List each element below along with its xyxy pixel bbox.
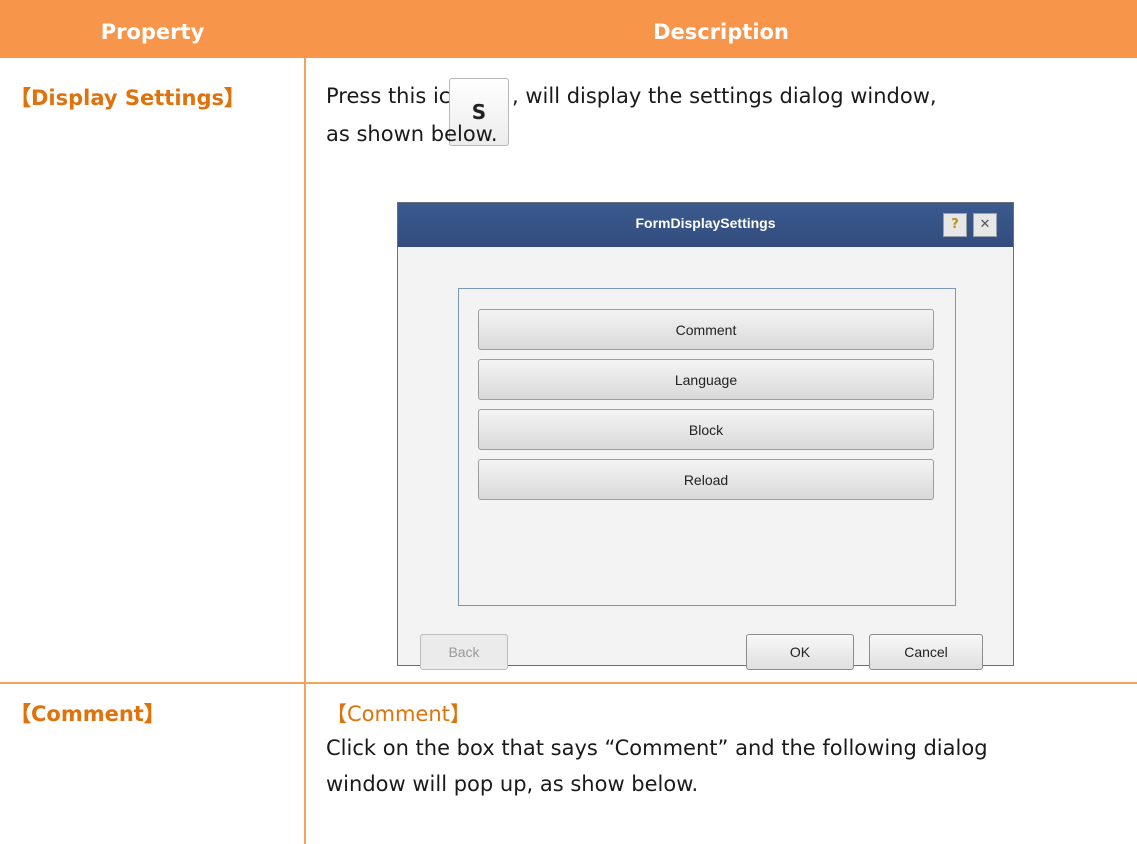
- help-icon[interactable]: ?: [943, 213, 967, 237]
- header-description: Description: [305, 6, 1137, 58]
- desc-text-as-shown: as shown below.: [326, 122, 498, 146]
- property-table: Property Description 【Display Settings】 …: [0, 6, 1137, 844]
- property-label-comment: 【Comment】: [10, 702, 165, 726]
- s-letter-icon: S: [471, 100, 487, 124]
- desc-heading-comment: 【Comment】: [326, 702, 471, 726]
- desc-text-will-display: , will display the settings dialog windo…: [512, 84, 937, 108]
- comment-button[interactable]: Comment: [478, 309, 934, 350]
- block-button[interactable]: Block: [478, 409, 934, 450]
- desc-text-click-comment: Click on the box that says “Comment” and…: [326, 736, 988, 760]
- table-row: 【Comment】 【Comment】 Click on the box tha…: [0, 683, 1137, 844]
- description-cell: 【Comment】 Click on the box that says “Co…: [305, 683, 1137, 844]
- form-display-settings-dialog: FormDisplaySettings ? ✕ Comment Language…: [397, 202, 1014, 670]
- dialog-title: FormDisplaySettings: [635, 215, 776, 231]
- ok-button[interactable]: OK: [746, 634, 854, 670]
- header-property: Property: [0, 6, 305, 58]
- desc-text-pop-up: window will pop up, as show below.: [326, 772, 699, 796]
- dialog-titlebar: FormDisplaySettings ? ✕: [398, 203, 1013, 247]
- table-header-row: Property Description: [0, 6, 1137, 58]
- settings-panel: Comment Language Block Reload: [458, 288, 956, 606]
- back-button[interactable]: Back: [420, 634, 508, 670]
- description-cell: Press this icon S , will display the set…: [305, 58, 1137, 684]
- property-label-display-settings: 【Display Settings】: [10, 86, 246, 110]
- language-button[interactable]: Language: [478, 359, 934, 400]
- table-row: 【Display Settings】 Press this icon S , w…: [0, 58, 1137, 684]
- property-cell: 【Comment】: [0, 683, 306, 844]
- cancel-button[interactable]: Cancel: [869, 634, 983, 670]
- reload-button[interactable]: Reload: [478, 459, 934, 500]
- close-icon[interactable]: ✕: [973, 213, 997, 237]
- property-cell: 【Display Settings】: [0, 58, 306, 684]
